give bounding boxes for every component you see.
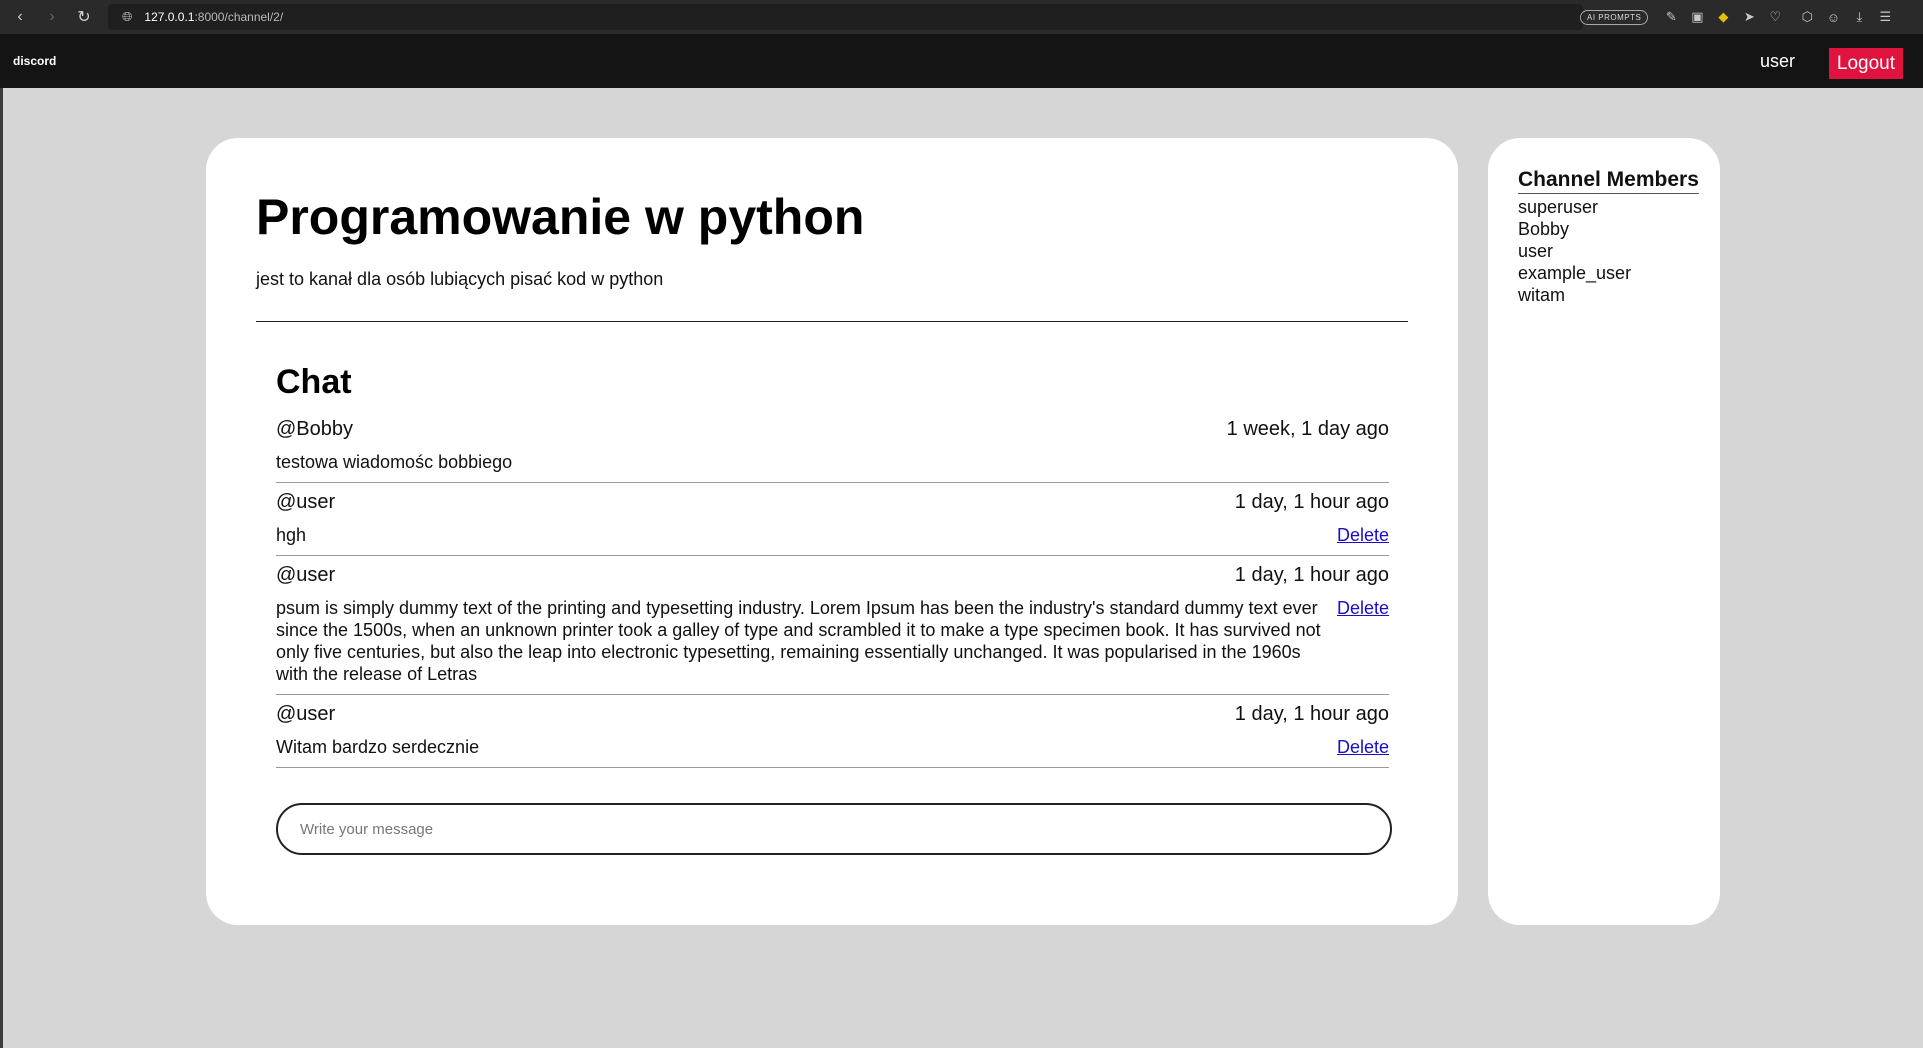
message-time: 1 day, 1 hour ago (1234, 703, 1389, 725)
member-item[interactable]: Bobby (1518, 218, 1631, 240)
forward-icon[interactable]: › (36, 0, 68, 34)
ai-prompts-button[interactable]: AI PROMPTS (1580, 9, 1649, 25)
message-item: @user 1 day, 1 hour ago hgh Delete (276, 483, 1389, 556)
members-title: Channel Members (1518, 168, 1699, 194)
delete-message-link[interactable]: Delete (1337, 524, 1389, 546)
message-time: 1 day, 1 hour ago (1234, 491, 1389, 513)
member-item[interactable]: user (1518, 240, 1631, 262)
message-text: psum is simply dummy text of the printin… (276, 598, 1321, 684)
channel-description: jest to kanał dla osób lubiących pisać k… (256, 269, 664, 289)
message-author[interactable]: @user (276, 703, 335, 726)
brand-logo[interactable]: discord (13, 54, 56, 68)
message-text: Witam bardzo serdecznie (276, 737, 480, 757)
profile-icon[interactable]: ☺ (1820, 0, 1846, 34)
members-card: Channel Members superuser Bobby user exa… (1488, 138, 1720, 925)
cube-icon[interactable]: ⬡ (1794, 0, 1820, 34)
message-time: 1 week, 1 day ago (1226, 418, 1389, 440)
message-author[interactable]: @Bobby (276, 418, 353, 441)
delete-message-link[interactable]: Delete (1337, 736, 1389, 758)
back-icon[interactable]: ‹ (4, 0, 36, 34)
logout-button[interactable]: Logout (1828, 48, 1903, 79)
extensions-area: AI PROMPTS ✎ ▣ ◆ ➤ ♡ ⬡ ☺ ⤓ ☰ (1580, 0, 1898, 34)
shield-icon[interactable]: ◆ (1710, 0, 1736, 34)
reload-icon[interactable]: ↻ (68, 0, 100, 34)
message-text: hgh (276, 525, 307, 545)
globe-icon: 🌐︎ (122, 9, 133, 24)
camera-icon[interactable]: ▣ (1684, 0, 1710, 34)
url-host: 127.0.0.1 (144, 10, 195, 24)
address-bar[interactable]: 🌐︎ 127.0.0.1:8000/channel/2/ (108, 4, 1583, 30)
send-icon[interactable]: ➤ (1736, 0, 1762, 34)
channel-title: Programowanie w python (256, 189, 865, 245)
message-input[interactable] (276, 803, 1392, 855)
message-time: 1 day, 1 hour ago (1234, 564, 1389, 586)
message-item: @user 1 day, 1 hour ago psum is simply d… (276, 556, 1389, 695)
message-item: @Bobby 1 week, 1 day ago testowa wiadomo… (276, 410, 1389, 483)
message-author[interactable]: @user (276, 491, 335, 514)
url-path: :8000/channel/2/ (194, 10, 284, 24)
member-item[interactable]: superuser (1518, 196, 1631, 218)
member-item[interactable]: example_user (1518, 262, 1631, 284)
members-list: superuser Bobby user example_user witam (1518, 196, 1631, 306)
app-navbar: discord user Logout (0, 34, 1923, 88)
channel-card: Programowanie w python jest to kanał dla… (206, 138, 1458, 925)
divider (256, 321, 1408, 322)
message-list: @Bobby 1 week, 1 day ago testowa wiadomo… (276, 410, 1389, 768)
delete-message-link[interactable]: Delete (1337, 597, 1389, 619)
nav-username[interactable]: user (1760, 51, 1795, 72)
message-item: @user 1 day, 1 hour ago Witam bardzo ser… (276, 695, 1389, 768)
message-text: testowa wiadomośc bobbiego (276, 452, 513, 472)
heart-icon[interactable]: ♡ (1762, 0, 1788, 34)
member-item[interactable]: witam (1518, 284, 1631, 306)
download-icon[interactable]: ⤓ (1846, 0, 1872, 34)
edit-icon[interactable]: ✎ (1658, 0, 1684, 34)
browser-toolbar: ‹ › ↻ 🌐︎ 127.0.0.1:8000/channel/2/ AI PR… (0, 0, 1923, 34)
message-author[interactable]: @user (276, 564, 335, 587)
chat-title: Chat (276, 363, 352, 401)
window-edge (0, 88, 3, 1048)
menu-icon[interactable]: ☰ (1872, 0, 1898, 34)
